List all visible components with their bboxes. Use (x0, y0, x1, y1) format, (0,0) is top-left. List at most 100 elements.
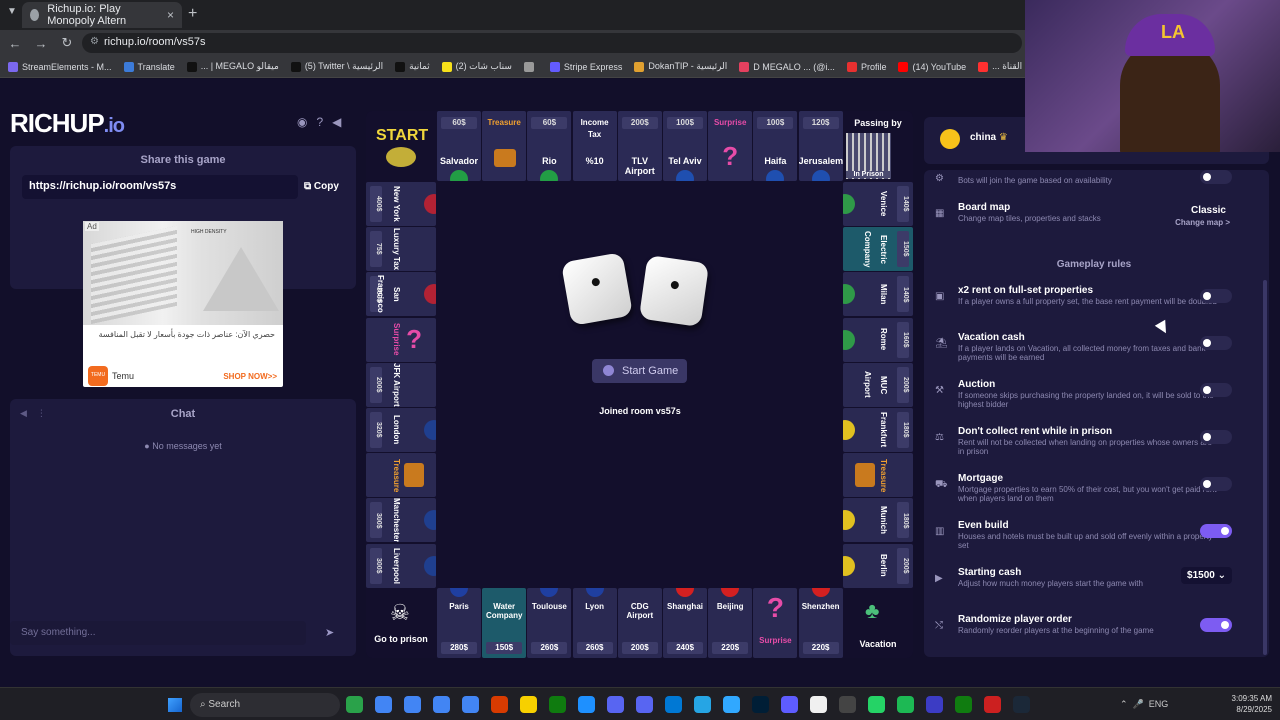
setting-toggle[interactable] (1200, 289, 1232, 303)
bookmark-item[interactable]: Profile (846, 61, 886, 72)
right-tile[interactable]: Treasure (843, 453, 913, 498)
start-icon[interactable] (168, 698, 182, 712)
right-tile[interactable]: 140$ Milan (843, 272, 913, 317)
bookmark-item[interactable]: Translate (123, 61, 175, 72)
bottom-tile[interactable]: CDG Airport 200$ (617, 588, 662, 658)
settings-scrollbar[interactable] (1263, 280, 1267, 655)
left-tile[interactable]: 350$ San Francisco (366, 272, 436, 317)
site-info-icon[interactable]: ⚙ (90, 36, 99, 47)
copy-button[interactable]: ⧉ Copy (300, 175, 350, 199)
setting-value[interactable]: Classic (1191, 205, 1226, 216)
chat-input[interactable]: Say something... (10, 621, 306, 645)
bookmark-item[interactable]: (2) سناب شات (441, 61, 512, 72)
left-tile[interactable]: 400$ New York (366, 182, 436, 226)
taskbar-app-icon[interactable] (462, 696, 479, 713)
setting-toggle[interactable] (1200, 477, 1232, 491)
left-tile[interactable]: 200$ JFK Airport (366, 362, 436, 407)
send-icon[interactable]: ➤ (325, 626, 334, 639)
right-tile[interactable]: 180$ Frankfurt (843, 408, 913, 452)
bottom-tile[interactable]: Water Company 150$ (482, 588, 527, 658)
taskbar-app-icon[interactable] (781, 696, 798, 713)
taskbar-app-icon[interactable] (839, 696, 856, 713)
new-tab-icon[interactable]: + (188, 5, 197, 23)
bookmark-item[interactable]: Stripe Express (549, 61, 622, 72)
taskbar-search[interactable]: ⌕ Search (190, 693, 340, 717)
taskbar-app-icon[interactable] (404, 696, 421, 713)
bottom-tile[interactable]: Lyon 260$ (572, 588, 617, 658)
language-indicator[interactable]: ENG (1149, 699, 1169, 709)
close-tab-icon[interactable]: × (167, 8, 174, 22)
setting-toggle[interactable] (1200, 430, 1232, 444)
bookmark-item[interactable]: (5) Twitter \ الرئيسية (290, 61, 383, 72)
top-tile[interactable]: 60$ Salvador (437, 111, 481, 181)
bookmark-item[interactable]: D MEGALO ... (@i... (739, 61, 835, 72)
sound-icon[interactable]: ◀ (332, 115, 341, 129)
left-tile[interactable]: 75$ Luxury Tax (366, 227, 436, 272)
taskbar-app-icon[interactable] (752, 696, 769, 713)
richup-logo[interactable]: RICHUP.io (10, 108, 125, 139)
bottom-tile[interactable]: Shenzhen 220$ (798, 588, 843, 658)
share-url-field[interactable]: https://richup.io/room/vs57s (22, 175, 298, 199)
bottom-tile[interactable]: Toulouse 260$ (527, 588, 572, 658)
taskbar-app-icon[interactable] (491, 696, 508, 713)
bottom-tile[interactable]: Beijing 220$ (708, 588, 753, 658)
bottom-tile[interactable]: Shanghai 240$ (663, 588, 707, 658)
forward-icon[interactable]: → (30, 36, 52, 51)
top-tile[interactable]: 60$ Rio (527, 111, 572, 181)
setting-value[interactable]: $1500 ⌄ (1181, 567, 1232, 584)
right-tile[interactable]: 200$ Berlin (843, 543, 913, 588)
bookmark-item[interactable] (523, 61, 538, 72)
taskbar-app-icon[interactable] (549, 696, 566, 713)
setting-toggle[interactable] (1200, 336, 1232, 350)
taskbar-app-icon[interactable] (607, 696, 624, 713)
setting-toggle[interactable] (1200, 383, 1232, 397)
bookmark-item[interactable]: ثمانية (395, 61, 430, 72)
bookmark-item[interactable]: (14) YouTube (898, 61, 966, 72)
bottom-tile[interactable]: Surprise? (753, 588, 798, 658)
reload-icon[interactable]: ↻ (56, 35, 78, 51)
right-tile[interactable]: 150$ Electric Company (843, 227, 913, 272)
taskbar-app-icon[interactable] (810, 696, 827, 713)
right-tile[interactable]: 180$ Munich (843, 498, 913, 543)
taskbar-app-icon[interactable] (955, 696, 972, 713)
taskbar-app-icon[interactable] (520, 696, 537, 713)
top-tile[interactable]: Surprise? (708, 111, 753, 181)
taskbar-app-icon[interactable] (868, 696, 885, 713)
left-tile[interactable]: 300$ Manchester (366, 498, 436, 543)
start-game-button[interactable]: Start Game (592, 359, 687, 383)
tab-search-icon[interactable]: ▼ (7, 6, 17, 17)
help-icon[interactable]: ? (316, 115, 323, 129)
clock[interactable]: 3:09:35 AM 8/29/2025 (1228, 693, 1272, 715)
bookmark-item[interactable]: DokanTIP - الرئيسية (634, 61, 727, 72)
setting-toggle[interactable] (1200, 618, 1232, 632)
taskbar-app-icon[interactable] (1013, 696, 1030, 713)
taskbar-app-icon[interactable] (636, 696, 653, 713)
right-tile[interactable]: 140$ Venice (843, 182, 913, 226)
browser-tab[interactable]: Richup.io: Play Monopoly Altern × (22, 2, 182, 28)
advertisement[interactable]: HIGH DENSITY Ad حصري الآن: عناصر ذات جود… (83, 221, 283, 387)
top-tile[interactable]: Income Tax %10 (572, 111, 617, 181)
taskbar-app-icon[interactable] (665, 696, 682, 713)
top-tile[interactable]: 120$ Jerusalem (798, 111, 843, 181)
shop-now-link[interactable]: SHOP NOW>> (223, 372, 277, 381)
change-map-link[interactable]: Change map > (1175, 218, 1230, 227)
taskbar-app-icon[interactable] (897, 696, 914, 713)
bookmark-item[interactable]: StreamElements - M... (8, 61, 112, 72)
setting-toggle[interactable] (1200, 524, 1232, 538)
setting-toggle[interactable] (1200, 170, 1232, 184)
address-bar[interactable]: ⚙ richup.io/room/vs57s (82, 33, 1022, 53)
left-tile[interactable]: Surprise? (366, 317, 436, 362)
top-tile[interactable]: 100$ Tel Aviv (663, 111, 707, 181)
taskbar-app-icon[interactable] (694, 696, 711, 713)
top-tile[interactable]: Treasure (482, 111, 527, 181)
taskbar-app-icon[interactable] (984, 696, 1001, 713)
bottom-tile[interactable]: Paris 280$ (437, 588, 481, 658)
taskbar-app-icon[interactable] (723, 696, 740, 713)
back-icon[interactable]: ← (4, 36, 26, 51)
taskbar-app-icon[interactable] (346, 696, 363, 713)
left-tile[interactable]: 320$ London (366, 408, 436, 452)
left-tile[interactable]: Treasure (366, 453, 436, 498)
taskbar-app-icon[interactable] (433, 696, 450, 713)
taskbar-app-icon[interactable] (375, 696, 392, 713)
discord-icon[interactable]: ◉ (297, 115, 307, 129)
